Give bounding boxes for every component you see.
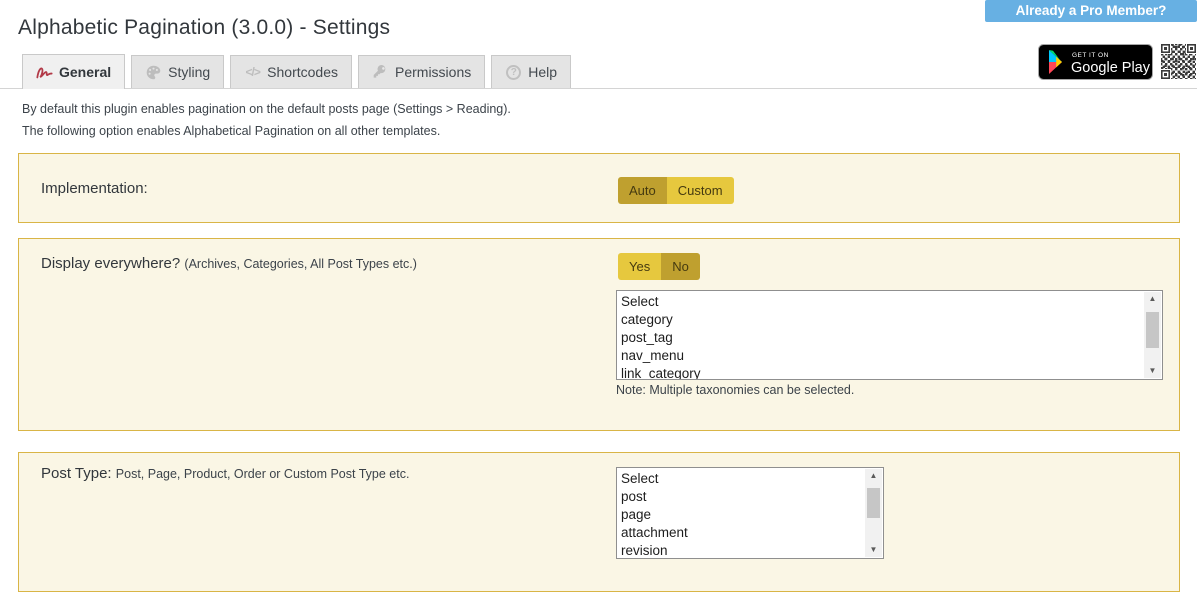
post-type-hint: Post, Page, Product, Order or Custom Pos… [116,467,410,481]
taxonomy-option[interactable]: post_tag [621,329,1162,347]
implementation-custom-button[interactable]: Custom [667,177,734,204]
tab-permissions[interactable]: Permissions [358,55,485,88]
tab-help[interactable]: ? Help [491,55,571,88]
scroll-up-arrow-icon[interactable]: ▲ [1149,292,1157,306]
tab-styling[interactable]: Styling [131,55,224,88]
post-type-option[interactable]: post [621,488,883,506]
section-implementation: Implementation: Auto Custom [18,153,1180,223]
tab-shortcodes[interactable]: </> Shortcodes [230,55,352,88]
tab-styling-label: Styling [168,64,210,80]
tab-general-label: General [59,64,111,80]
taxonomy-option[interactable]: Select [621,293,1162,311]
scroll-down-arrow-icon[interactable]: ▼ [870,543,878,557]
display-everywhere-hint: (Archives, Categories, All Post Types et… [184,257,417,271]
help-icon: ? [505,64,522,81]
gplay-line1: GET IT ON [1072,52,1109,59]
code-icon: </> [244,64,261,81]
intro-line-1: By default this plugin enables paginatio… [22,102,1197,116]
signature-icon [36,64,53,81]
gplay-line2: Google Play [1071,60,1151,76]
taxonomy-option[interactable]: link_category [621,365,1162,380]
tab-help-label: Help [528,64,557,80]
store-badges: GET IT ON Google Play [1038,43,1197,85]
display-no-button[interactable]: No [661,253,700,280]
implementation-toggle: Auto Custom [618,177,734,204]
post-type-option[interactable]: attachment [621,524,883,542]
section-post-type: Post Type: Post, Page, Product, Order or… [18,452,1180,592]
implementation-label: Implementation: [41,180,148,197]
palette-icon [145,64,162,81]
post-type-label: Post Type: [41,465,112,482]
tab-bar: General Styling </> Shortcodes [0,55,1197,89]
display-everywhere-toggle: Yes No [618,253,700,280]
post-type-multiselect[interactable]: Select post page attachment revision ▲ ▼ [616,467,884,559]
intro-line-2: The following option enables Alphabetica… [22,124,1197,138]
implementation-auto-button[interactable]: Auto [618,177,667,204]
google-play-badge[interactable]: GET IT ON Google Play [1038,44,1153,85]
scrollbar[interactable]: ▲ ▼ [865,469,882,557]
display-everywhere-label: Display everywhere? [41,255,180,272]
pro-member-button[interactable]: Already a Pro Member? [985,0,1197,22]
taxonomy-option[interactable]: nav_menu [621,347,1162,365]
qr-code [1160,43,1197,85]
scrollbar-thumb[interactable] [867,488,880,518]
taxonomy-note: Note: Multiple taxonomies can be selecte… [616,383,854,397]
taxonomy-multiselect[interactable]: Select category post_tag nav_menu link_c… [616,290,1163,380]
plugin-settings-page: Already a Pro Member? Alphabetic Paginat… [0,0,1197,599]
taxonomy-option[interactable]: category [621,311,1162,329]
tab-shortcodes-label: Shortcodes [267,64,338,80]
key-icon [372,64,389,81]
scrollbar[interactable]: ▲ ▼ [1144,292,1161,378]
scroll-down-arrow-icon[interactable]: ▼ [1149,364,1157,378]
tab-permissions-label: Permissions [395,64,471,80]
display-yes-button[interactable]: Yes [618,253,661,280]
tab-general[interactable]: General [22,54,125,89]
post-type-option[interactable]: page [621,506,883,524]
section-display-everywhere: Display everywhere? (Archives, Categorie… [18,238,1180,431]
scrollbar-thumb[interactable] [1146,312,1159,348]
post-type-option[interactable]: revision [621,542,883,559]
post-type-option[interactable]: Select [621,470,883,488]
scroll-up-arrow-icon[interactable]: ▲ [870,469,878,483]
